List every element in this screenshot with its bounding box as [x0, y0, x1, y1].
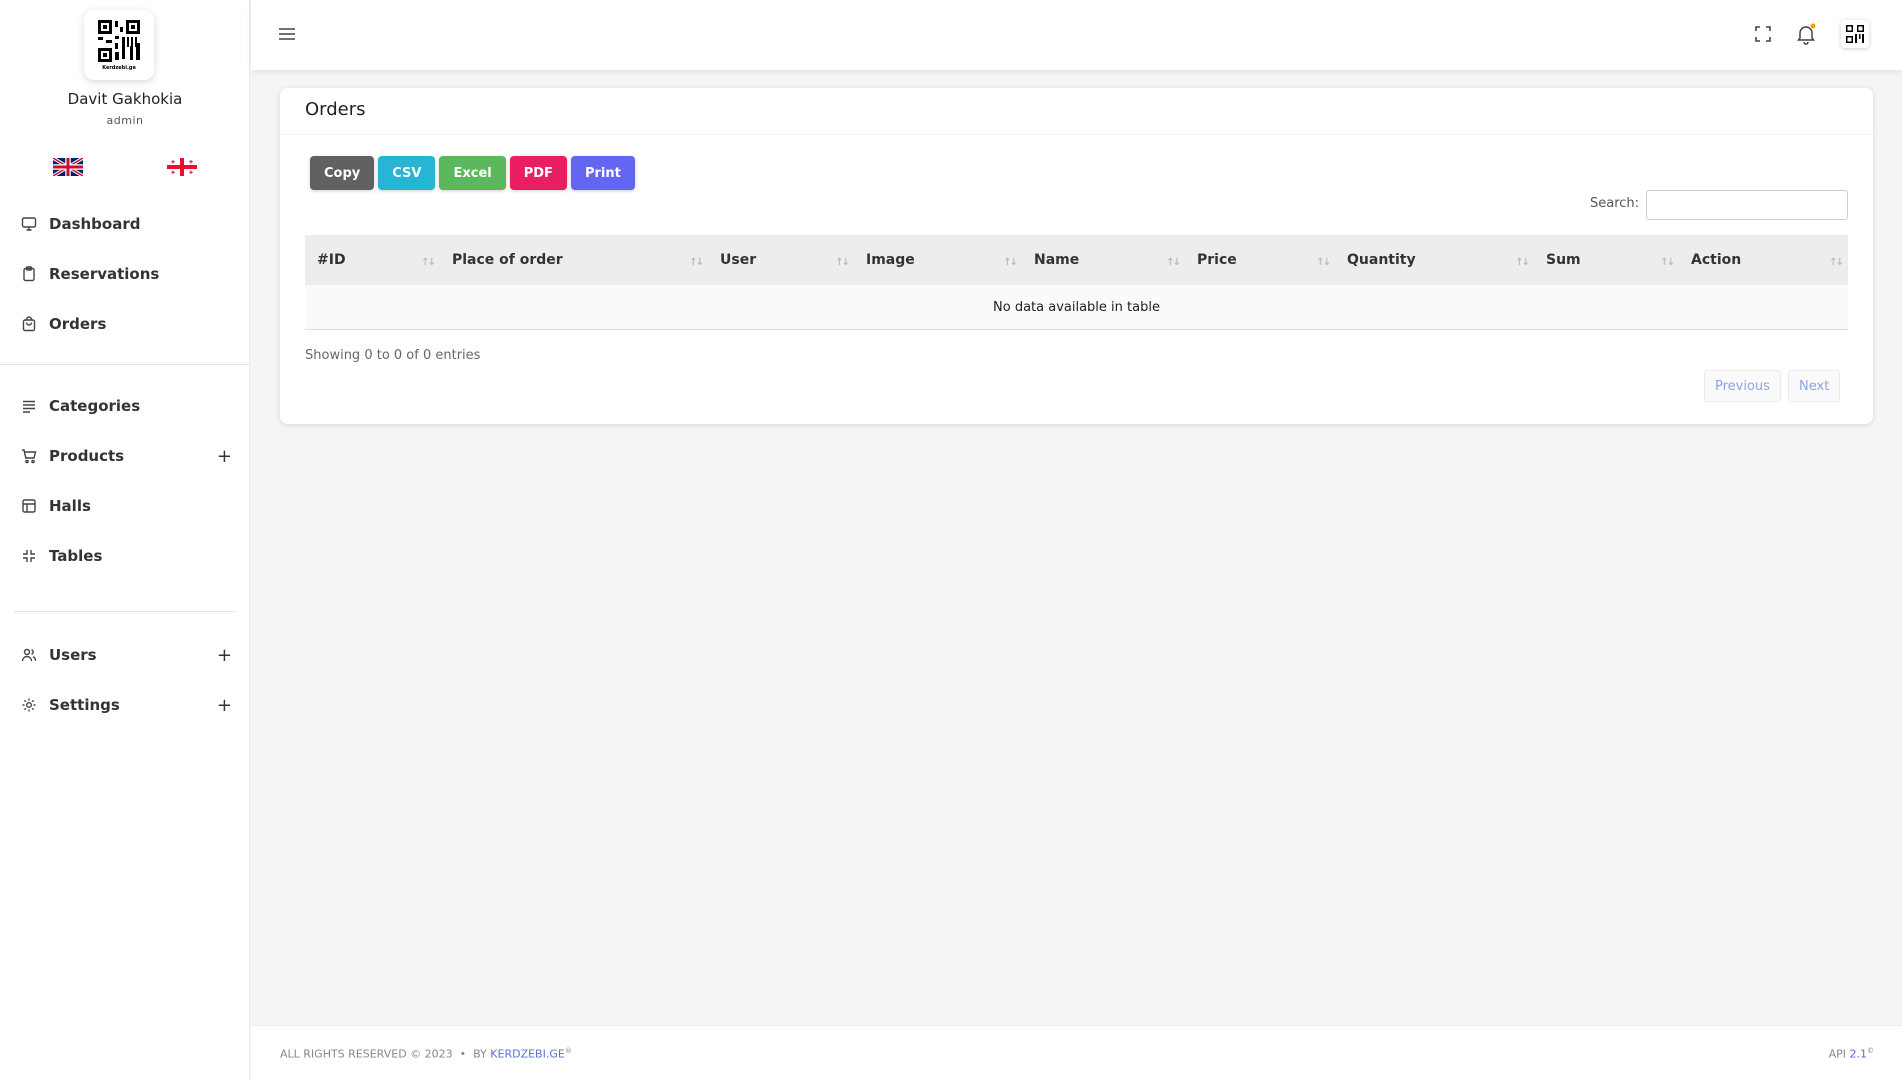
english-flag-icon[interactable] [53, 158, 83, 176]
nav-dashboard-label: Dashboard [49, 215, 141, 233]
sort-icon: ↑↓ [689, 257, 704, 268]
nav-reservations-label: Reservations [49, 265, 160, 283]
georgian-flag-icon[interactable] [167, 158, 197, 176]
next-button[interactable]: Next [1788, 370, 1841, 402]
search-input[interactable] [1646, 190, 1848, 220]
sort-icon: ↑↓ [1003, 257, 1018, 268]
user-name: Davit Gakhokia [67, 90, 183, 108]
nav-products[interactable]: Products + [0, 436, 250, 476]
orders-table: #ID ↑↓ Place of order ↑↓ User ↑↓ Image ↑↓ Na… [305, 235, 1848, 330]
column-name[interactable]: Name ↑↓ [1022, 235, 1185, 285]
footer-brand-link[interactable]: KERDZEBI.GE [490, 1048, 565, 1061]
print-button[interactable]: Print [570, 156, 635, 190]
user-avatar-qr-icon[interactable] [1841, 20, 1869, 48]
list-icon [20, 397, 38, 415]
nav-halls-label: Halls [49, 497, 91, 515]
nav-tables[interactable]: Tables [0, 536, 250, 576]
notification-bell-icon[interactable] [1794, 22, 1818, 46]
column-place-of-order[interactable]: Place of order ↑↓ [440, 235, 708, 285]
clipboard-icon [20, 265, 38, 283]
sort-icon: ↑↓ [1829, 257, 1844, 268]
nav-dashboard[interactable]: Dashboard [0, 204, 250, 244]
column-id[interactable]: #ID ↑↓ [305, 235, 440, 285]
shrink-icon [20, 547, 38, 565]
sort-icon: ↑↓ [421, 257, 436, 268]
search-label: Search: [1590, 196, 1640, 211]
api-version: 2.1 [1849, 1047, 1868, 1061]
sort-icon: ↑↓ [1515, 257, 1530, 268]
nav-reservations[interactable]: Reservations [0, 254, 250, 294]
cart-icon [20, 447, 38, 465]
nav-categories[interactable]: Categories [0, 386, 250, 426]
nav-settings[interactable]: Settings + [0, 685, 250, 725]
top-bar [251, 0, 1902, 70]
column-action[interactable]: Action ↑↓ [1679, 235, 1848, 285]
empty-table-message: No data available in table [305, 285, 1848, 330]
svg-text:Kerdzebi.ge: Kerdzebi.ge [102, 65, 136, 71]
users-icon [20, 646, 38, 664]
nav-divider [14, 611, 235, 612]
column-quantity[interactable]: Quantity ↑↓ [1335, 235, 1534, 285]
table-info: Showing 0 to 0 of 0 entries [305, 348, 481, 363]
version-sup: © [1867, 1047, 1874, 1055]
nav-users-label: Users [49, 646, 97, 664]
table-header: #ID ↑↓ Place of order ↑↓ User ↑↓ Image ↑↓ Na… [305, 235, 1848, 285]
sort-icon: ↑↓ [1166, 257, 1181, 268]
users-expand-icon[interactable]: + [217, 645, 232, 666]
nav-orders[interactable]: Orders [0, 304, 250, 344]
api-label: API [1828, 1047, 1850, 1061]
qr-logo-icon: Kerdzebi.ge [98, 20, 140, 71]
orders-card: Orders Copy CSV Excel PDF Print Search: … [280, 88, 1873, 424]
fullscreen-icon[interactable] [1751, 22, 1775, 46]
gear-icon [20, 696, 38, 714]
column-image[interactable]: Image ↑↓ [854, 235, 1022, 285]
sort-icon: ↑↓ [1316, 257, 1331, 268]
shopping-bag-icon [20, 315, 38, 333]
nav-divider [0, 364, 250, 365]
footer-copyright: ALL RIGHTS RESERVED © 2023 • BY KERDZEBI… [280, 1047, 572, 1061]
nav-categories-label: Categories [49, 397, 141, 415]
csv-button[interactable]: CSV [378, 156, 436, 190]
brand-sup: ® [564, 1047, 572, 1055]
settings-expand-icon[interactable]: + [217, 695, 232, 716]
column-price[interactable]: Price ↑↓ [1185, 235, 1335, 285]
nav-settings-label: Settings [49, 696, 120, 714]
export-buttons: Copy CSV Excel PDF Print [310, 156, 635, 190]
nav-products-label: Products [49, 447, 125, 465]
nav-orders-label: Orders [49, 315, 107, 333]
sidebar: Kerdzebi.ge Davit Gakhokia admin Dashboa… [0, 0, 250, 1080]
excel-button[interactable]: Excel [439, 156, 506, 190]
sort-icon: ↑↓ [1660, 257, 1675, 268]
footer: ALL RIGHTS RESERVED © 2023 • BY KERDZEBI… [251, 1025, 1902, 1080]
layout-icon [20, 497, 38, 515]
sort-icon: ↑↓ [835, 257, 850, 268]
products-expand-icon[interactable]: + [217, 446, 232, 467]
nav-halls[interactable]: Halls [0, 486, 250, 526]
copy-button[interactable]: Copy [310, 156, 375, 190]
hamburger-menu-icon[interactable] [277, 24, 297, 44]
column-sum[interactable]: Sum ↑↓ [1534, 235, 1679, 285]
monitor-icon [20, 215, 38, 233]
nav-tables-label: Tables [49, 547, 103, 565]
previous-button[interactable]: Previous [1704, 370, 1781, 402]
pdf-button[interactable]: PDF [509, 156, 567, 190]
nav-users[interactable]: Users + [0, 635, 250, 675]
user-role: admin [106, 114, 144, 127]
copyright-text: ALL RIGHTS RESERVED © 2023 • BY [280, 1047, 491, 1061]
column-user[interactable]: User ↑↓ [708, 235, 854, 285]
app-logo[interactable]: Kerdzebi.ge [84, 10, 154, 80]
footer-api-version: API 2.1© [1829, 1047, 1874, 1061]
page-title: Orders [280, 88, 1873, 135]
